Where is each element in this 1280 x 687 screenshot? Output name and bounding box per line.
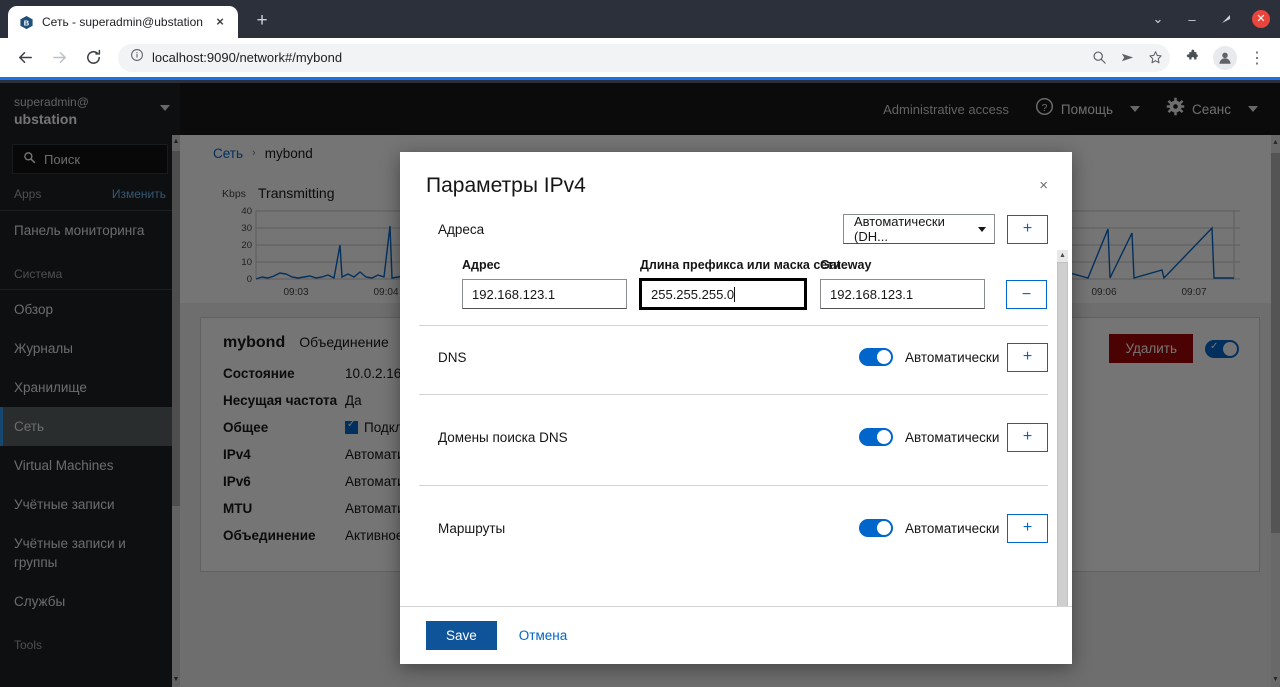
- addresses-section: Адреса Автоматически (DH... + Адрес 192.…: [419, 206, 1048, 326]
- address-column-label: Адрес: [462, 258, 501, 272]
- gateway-field-col: Gateway 192.168.123.1: [820, 258, 998, 309]
- new-tab-button[interactable]: +: [248, 7, 276, 35]
- browser-toolbar: localhost:9090/network#/mybond ⋮: [0, 38, 1280, 80]
- dns-search-auto-label: Автоматически: [905, 429, 1000, 445]
- prefix-field-col: Длина префикса или маска сети 255.255.25…: [639, 258, 841, 310]
- routes-label: Маршруты: [438, 520, 506, 536]
- add-route-button[interactable]: +: [1007, 513, 1048, 543]
- dns-auto-toggle[interactable]: [859, 348, 893, 366]
- dns-row: DNS Автоматически +: [438, 326, 1048, 388]
- remove-address-button[interactable]: −: [1006, 280, 1047, 309]
- routes-auto-toggle[interactable]: [859, 519, 893, 537]
- gateway-input[interactable]: 192.168.123.1: [820, 279, 985, 309]
- forward-button[interactable]: [44, 43, 74, 73]
- browser-tab-strip: B Сеть - superadmin@ubstation × + ⌄ – ✕: [0, 0, 1280, 38]
- search-icon[interactable]: [1086, 45, 1112, 71]
- dns-search-domains-section: Домены поиска DNS Автоматически +: [419, 395, 1048, 486]
- address-input[interactable]: 192.168.123.1: [462, 279, 627, 309]
- prefix-input[interactable]: 255.255.255.0: [639, 278, 807, 310]
- add-address-button[interactable]: +: [1007, 214, 1048, 244]
- browser-window: B Сеть - superadmin@ubstation × + ⌄ – ✕: [0, 0, 1280, 687]
- dns-section: DNS Автоматически +: [419, 326, 1048, 395]
- routes-row: Маршруты Автоматически +: [438, 486, 1048, 570]
- text-caret: [734, 286, 736, 302]
- address-bar-url: localhost:9090/network#/mybond: [152, 50, 343, 65]
- prefix-input-value: 255.255.255.0: [651, 286, 735, 302]
- browser-tab[interactable]: B Сеть - superadmin@ubstation ×: [8, 6, 238, 38]
- extensions-puzzle-icon[interactable]: [1180, 45, 1206, 71]
- addresses-label: Адреса: [438, 221, 485, 237]
- routes-auto-label: Автоматически: [905, 520, 1000, 536]
- dialog-header: Параметры IPv4 ×: [400, 152, 1072, 198]
- tab-title: Сеть - superadmin@ubstation: [42, 15, 203, 29]
- address-mode-select[interactable]: Автоматически (DH...: [843, 214, 995, 244]
- dns-label: DNS: [438, 349, 467, 365]
- maximize-window-icon[interactable]: [1210, 4, 1242, 34]
- close-icon[interactable]: ×: [1039, 178, 1048, 193]
- minimize-window-icon[interactable]: –: [1176, 4, 1208, 34]
- chevron-down-icon[interactable]: ⌄: [1142, 4, 1174, 34]
- app-viewport: superadmin@ ubstation Поиск Apps Изменит…: [0, 83, 1280, 687]
- ipv4-settings-dialog: Параметры IPv4 × Адреса Автоматически (D…: [400, 152, 1072, 664]
- save-button[interactable]: Save: [426, 621, 497, 650]
- gateway-column-label: Gateway: [820, 258, 872, 272]
- routes-section: Маршруты Автоматически +: [419, 486, 1048, 570]
- address-bar[interactable]: localhost:9090/network#/mybond: [118, 43, 1170, 72]
- browser-menu-icon[interactable]: ⋮: [1244, 45, 1270, 71]
- address-entry-row: Адрес 192.168.123.1 Длина префикса или м…: [419, 252, 1048, 319]
- dialog-title: Параметры IPv4: [426, 174, 586, 197]
- dialog-body: Адреса Автоматически (DH... + Адрес 192.…: [400, 206, 1072, 606]
- cancel-button[interactable]: Отмена: [519, 628, 567, 643]
- close-tab-icon[interactable]: ×: [212, 14, 228, 30]
- svg-text:B: B: [23, 18, 29, 27]
- address-field-col: Адрес 192.168.123.1: [462, 258, 640, 309]
- add-dns-button[interactable]: +: [1007, 342, 1048, 372]
- addresses-row: Адреса Автоматически (DH... +: [419, 206, 1048, 252]
- dns-search-label: Домены поиска DNS: [438, 429, 568, 445]
- window-controls: ⌄ – ✕: [1142, 0, 1274, 38]
- omnibox-actions: [1086, 44, 1168, 72]
- cockpit-logo-icon: B: [18, 14, 34, 30]
- send-icon[interactable]: [1114, 45, 1140, 71]
- dialog-scrollbar[interactable]: ▲ ▼: [1057, 250, 1068, 606]
- scroll-up-icon[interactable]: ▲: [1057, 250, 1068, 262]
- dialog-footer: Save Отмена: [400, 606, 1072, 664]
- dns-auto-label: Автоматически: [905, 349, 1000, 365]
- address-mode-value: Автоматически (DH...: [854, 214, 945, 244]
- add-dns-search-button[interactable]: +: [1007, 422, 1048, 452]
- dns-search-row: Домены поиска DNS Автоматически +: [438, 395, 1048, 479]
- dialog-scrollbar-thumb[interactable]: [1057, 262, 1068, 606]
- prefix-column-label: Длина префикса или маска сети: [640, 258, 841, 272]
- chevron-down-icon: [978, 226, 986, 232]
- site-info-icon[interactable]: [130, 48, 144, 67]
- close-window-icon[interactable]: ✕: [1252, 10, 1270, 28]
- bookmark-star-icon[interactable]: [1142, 45, 1168, 71]
- back-button[interactable]: [10, 43, 40, 73]
- reload-button[interactable]: [78, 43, 108, 73]
- profile-avatar-icon[interactable]: [1213, 45, 1237, 70]
- dns-search-auto-toggle[interactable]: [859, 428, 893, 446]
